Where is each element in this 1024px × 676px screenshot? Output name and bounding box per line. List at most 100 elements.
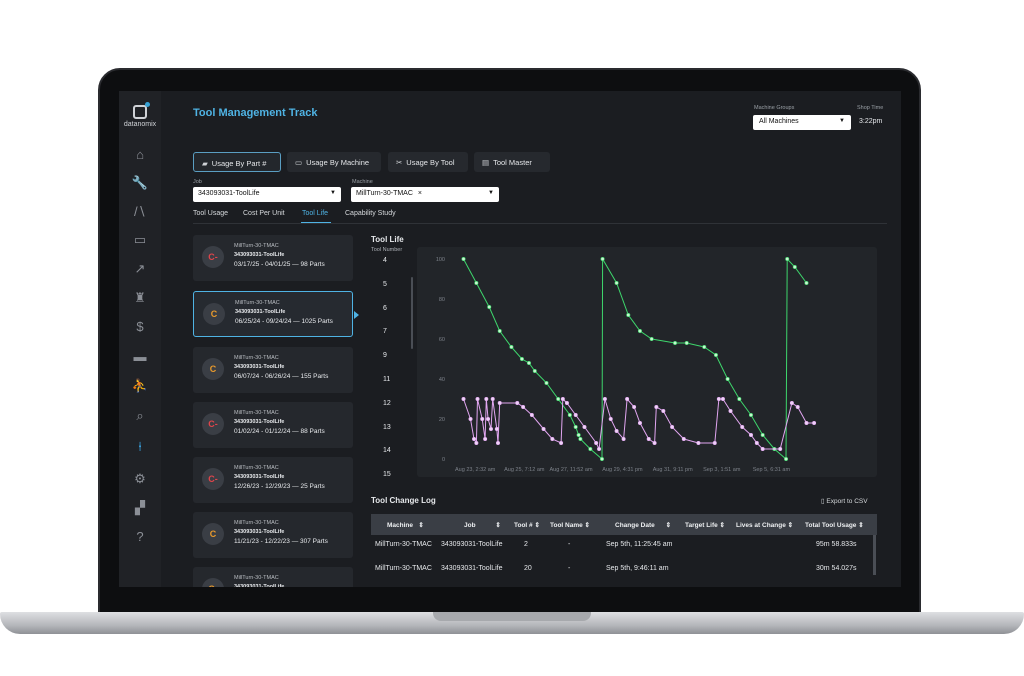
series-point-1 bbox=[646, 437, 651, 442]
chevron-down-icon: ▼ bbox=[330, 190, 336, 196]
card-job: 343093031-ToolLife bbox=[234, 364, 285, 370]
column-header-total-tool-usage[interactable]: Total Tool Usage ⇕ bbox=[805, 521, 864, 529]
tool-number-item[interactable]: 5 bbox=[383, 281, 387, 288]
tool-master-button[interactable]: ▤ Tool Master bbox=[474, 152, 550, 172]
card-job: 343093031-ToolLife bbox=[234, 252, 285, 258]
y-tick-label: 80 bbox=[439, 297, 445, 303]
card-job: 343093031-ToolLife bbox=[234, 529, 285, 535]
pin-icon[interactable]: ⍿ bbox=[119, 439, 161, 455]
column-header-change-date[interactable]: Change Date ⇕ bbox=[615, 521, 671, 529]
series-point-1 bbox=[564, 401, 569, 406]
job-card[interactable]: C- MillTurn-30-TMAC 343093031-ToolLife 01/0… bbox=[193, 402, 353, 448]
tab-tool-usage[interactable]: Tool Usage bbox=[193, 210, 228, 217]
tab-capability-study[interactable]: Capability Study bbox=[345, 210, 396, 217]
selected-card-pointer-icon bbox=[354, 311, 359, 319]
machine-groups-select[interactable]: All Machines ▼ bbox=[753, 115, 851, 130]
search-icon[interactable]: ⌕ bbox=[119, 408, 161, 424]
series-point-1 bbox=[712, 441, 717, 446]
column-header-job[interactable]: Job ⇕ bbox=[464, 521, 501, 529]
series-point-1 bbox=[716, 397, 721, 402]
tool-master-label: Tool Master bbox=[493, 158, 532, 167]
series-point-0 bbox=[614, 280, 619, 285]
job-card[interactable]: C MillTurn-30-TMAC 343093031-ToolLife 06/25… bbox=[193, 291, 353, 337]
tool-number-item[interactable]: 4 bbox=[383, 257, 387, 264]
chevron-down-icon: ▼ bbox=[839, 118, 845, 124]
trend-icon[interactable]: ↗ bbox=[119, 261, 161, 277]
series-point-1 bbox=[720, 397, 725, 402]
tool-number-item[interactable]: 14 bbox=[383, 447, 391, 454]
column-header-machine[interactable]: Machine ⇕ bbox=[387, 521, 424, 529]
tool-number-item[interactable]: 9 bbox=[383, 352, 387, 359]
tool-number-item[interactable]: 7 bbox=[383, 328, 387, 335]
job-card[interactable]: C MillTurn-30-TMAC 343093031-ToolLife 11/21… bbox=[193, 512, 353, 558]
series-point-1 bbox=[654, 405, 659, 410]
series-point-1 bbox=[582, 425, 587, 430]
series-point-1 bbox=[681, 437, 686, 442]
shop-time-label: Shop Time bbox=[857, 105, 884, 111]
chart-panel: 0 20 40 60 80 100 Aug 23, 2:32 am Aug 25, 7:12 … bbox=[417, 247, 877, 477]
tab-tool-life[interactable]: Tool Life bbox=[302, 210, 328, 217]
gear-icon[interactable]: ⚙ bbox=[119, 471, 161, 487]
page-title: Tool Management Track bbox=[193, 107, 318, 119]
wrench-icon[interactable]: 🔧 bbox=[119, 175, 161, 191]
help-icon[interactable]: ? bbox=[119, 529, 161, 544]
job-select[interactable]: 343093031-ToolLife ▼ bbox=[193, 187, 341, 202]
part-icon: ▰ bbox=[202, 159, 208, 168]
log-table-scrollbar[interactable] bbox=[873, 535, 876, 575]
logo[interactable]: datanomix bbox=[119, 102, 161, 128]
machine-icon[interactable]: ▭ bbox=[119, 232, 161, 248]
series-point-1 bbox=[696, 441, 701, 446]
log-title: Tool Change Log bbox=[371, 496, 436, 505]
card-date-range: 06/25/24 - 09/24/24 — 1025 Parts bbox=[235, 318, 333, 325]
job-card[interactable]: C MillTurn-30-TMAC 343093031-ToolLife 06/07… bbox=[193, 347, 353, 393]
column-header-target-life[interactable]: Target Life ⇕ bbox=[685, 521, 725, 529]
column-header-lives-at-change[interactable]: Lives at Change ⇕ bbox=[736, 521, 793, 529]
series-point-0 bbox=[573, 425, 578, 430]
series-point-1 bbox=[760, 447, 765, 452]
job-card[interactable]: C- MillTurn-30-TMAC 343093031-ToolLife 03/1… bbox=[193, 235, 353, 281]
job-label: Job bbox=[193, 179, 202, 185]
card-machine: MillTurn-30-TMAC bbox=[234, 243, 279, 249]
series-point-0 bbox=[588, 447, 593, 452]
home-icon[interactable]: ⌂ bbox=[119, 147, 161, 162]
series-point-0 bbox=[684, 341, 689, 346]
series-point-1 bbox=[632, 405, 637, 410]
series-point-1 bbox=[812, 421, 817, 426]
series-point-0 bbox=[526, 361, 531, 366]
usage-by-tool-button[interactable]: ✂ Usage By Tool bbox=[388, 152, 468, 172]
export-csv-button[interactable]: ▯ Export to CSV bbox=[821, 497, 868, 505]
tool-number-item[interactable]: 6 bbox=[383, 305, 387, 312]
column-header-tool-name[interactable]: Tool Name ⇕ bbox=[550, 521, 590, 529]
series-point-1 bbox=[497, 401, 502, 406]
dollar-icon[interactable]: $ bbox=[119, 319, 161, 334]
usage-by-part-button[interactable]: ▰ Usage By Part # bbox=[193, 152, 281, 172]
job-card[interactable]: C- MillTurn-30-TMAC 343093031-ToolLife 12/2… bbox=[193, 457, 353, 503]
tool-number-scrollbar[interactable] bbox=[411, 277, 413, 349]
usage-by-machine-button[interactable]: ▭ Usage By Machine bbox=[287, 152, 381, 172]
series-point-1 bbox=[602, 397, 607, 402]
tool-number-item[interactable]: 13 bbox=[383, 424, 391, 431]
series-point-0 bbox=[673, 341, 678, 346]
tab-cost-per-unit[interactable]: Cost Per Unit bbox=[243, 210, 285, 217]
person-icon[interactable]: ⛹ bbox=[119, 378, 161, 394]
tool-number-item[interactable]: 12 bbox=[383, 400, 391, 407]
usage-by-tool-label: Usage By Tool bbox=[406, 158, 455, 167]
puzzle-icon[interactable]: ▞ bbox=[119, 500, 161, 516]
road-icon[interactable]: /∖ bbox=[119, 204, 161, 220]
log-table-header: Machine ⇕ Job ⇕ Tool # ⇕ Tool Name ⇕ Cha… bbox=[371, 514, 877, 535]
table-cell: 2 bbox=[524, 541, 528, 548]
truck-icon[interactable]: ▬ bbox=[119, 349, 161, 364]
machine-clear-icon[interactable]: × bbox=[418, 190, 422, 197]
table-cell: 343093031-ToolLife bbox=[441, 565, 503, 572]
job-card[interactable]: C- MillTurn-30-TMAC 343093031-ToolLife bbox=[193, 567, 353, 587]
series-point-1 bbox=[541, 427, 546, 432]
tool-number-item[interactable]: 11 bbox=[383, 376, 390, 383]
tool-number-item[interactable]: 15 bbox=[383, 471, 391, 478]
series-point-0 bbox=[784, 457, 789, 462]
logo-icon bbox=[133, 102, 150, 119]
table-cell: MillTurn-30-TMAC bbox=[375, 565, 432, 572]
x-tick-label: Aug 29, 4:31 pm bbox=[602, 467, 643, 473]
trophy-icon[interactable]: ♜ bbox=[119, 290, 161, 306]
machine-select[interactable]: MillTurn-30-TMAC × ▼ bbox=[351, 187, 499, 202]
column-header-tool-number[interactable]: Tool # ⇕ bbox=[514, 521, 540, 529]
